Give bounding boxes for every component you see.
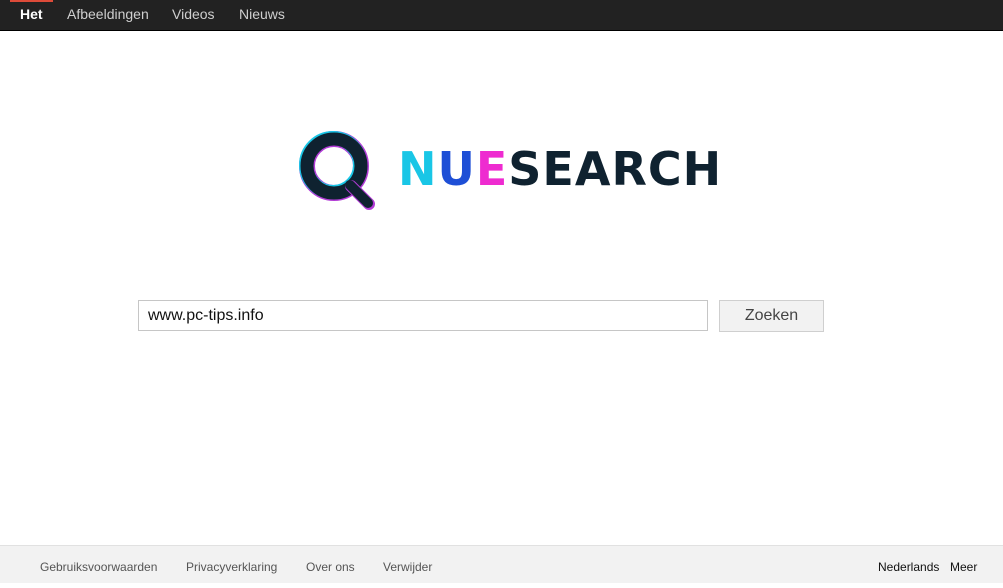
magnifier-icon [299, 131, 375, 210]
tab-videos[interactable]: Videos [172, 0, 215, 30]
nuesearch-logo: NUESEARCH [298, 130, 721, 212]
tab-afbeeldingen[interactable]: Afbeeldingen [67, 0, 149, 30]
more-link[interactable]: Meer [950, 546, 977, 588]
tab-nieuws[interactable]: Nieuws [239, 0, 285, 30]
logo-letter-e: E [475, 142, 509, 196]
tab-het[interactable]: Het [10, 0, 52, 30]
footer-link-privacy[interactable]: Privacyverklaring [186, 546, 277, 588]
logo-letter-n: N [398, 142, 438, 196]
footer: Gebruiksvoorwaarden Privacyverklaring Ov… [0, 545, 1003, 583]
footer-link-remove[interactable]: Verwijder [383, 546, 432, 588]
logo-word-search: SEARCH [508, 142, 723, 196]
language-selector[interactable]: Nederlands [878, 546, 939, 588]
footer-link-about[interactable]: Over ons [306, 546, 355, 588]
logo-wordmark: NUESEARCH [398, 144, 722, 194]
footer-link-terms[interactable]: Gebruiksvoorwaarden [40, 546, 157, 588]
search-button[interactable]: Zoeken [719, 300, 824, 332]
logo-letter-u: U [437, 142, 476, 196]
top-nav-bar: Het Afbeeldingen Videos Nieuws [0, 0, 1003, 31]
search-input[interactable] [138, 300, 708, 331]
